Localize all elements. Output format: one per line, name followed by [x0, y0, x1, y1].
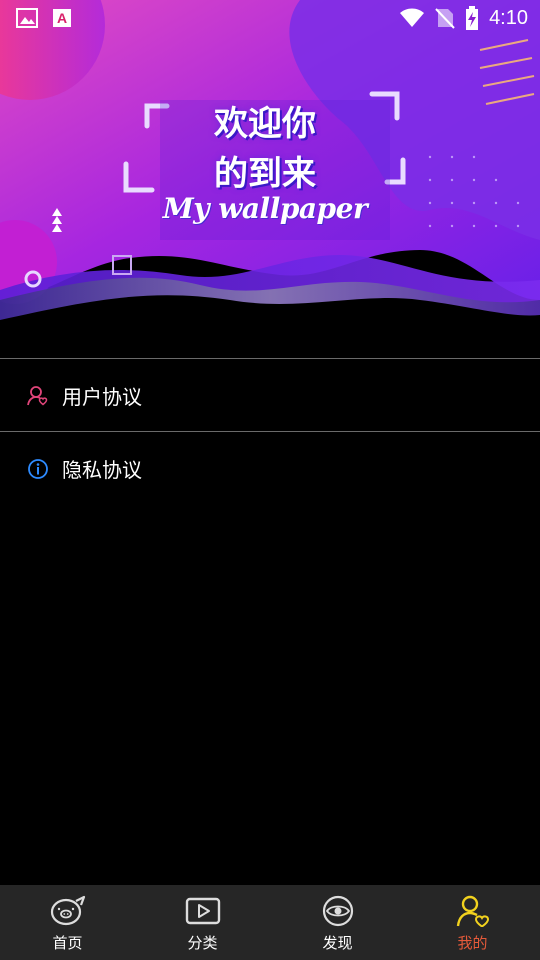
welcome-card: 欢迎你 的到来 My wallpaper: [120, 88, 410, 238]
user-agreement-label: 用户协议: [62, 385, 142, 409]
welcome-title-line1: 欢迎你: [214, 104, 316, 144]
svg-text:A: A: [57, 10, 67, 26]
play-category-icon: [185, 897, 220, 925]
status-bar: A 4:10: [0, 0, 540, 36]
user-agreement-row[interactable]: 用户协议: [0, 359, 540, 431]
nav-home[interactable]: 首页: [0, 885, 135, 960]
pig-home-icon: [50, 895, 85, 926]
nav-home-label: 首页: [52, 934, 83, 952]
profile-heart-icon: [456, 895, 489, 927]
nav-mine-label: 我的: [457, 934, 488, 952]
no-sim-icon: [435, 8, 455, 29]
battery-charging-icon: [466, 6, 479, 30]
nav-discover-label: 发现: [322, 934, 353, 952]
gallery-icon: [16, 8, 38, 28]
bottom-navigation: 首页 分类 发现 我的: [0, 885, 540, 960]
privacy-agreement-row[interactable]: 隐私协议: [0, 432, 540, 504]
nav-category-label: 分类: [187, 934, 218, 952]
user-agreement-icon: [27, 386, 48, 406]
status-time: 4:10: [489, 6, 528, 29]
nav-category[interactable]: 分类: [135, 885, 270, 960]
nav-discover[interactable]: 发现: [270, 885, 405, 960]
welcome-title-line2: 的到来: [214, 154, 316, 194]
header-banner: A 4:10 欢迎你 的到来 My wallpaper: [0, 0, 540, 330]
app-script-logo: My wallpaper: [162, 192, 368, 225]
nav-mine[interactable]: 我的: [405, 885, 540, 960]
wifi-icon: [400, 8, 425, 27]
font-a-icon: A: [53, 9, 71, 27]
settings-list: 用户协议 隐私协议: [0, 358, 540, 504]
info-icon: [28, 459, 48, 479]
privacy-agreement-label: 隐私协议: [62, 458, 142, 482]
eye-discover-icon: [322, 895, 353, 927]
